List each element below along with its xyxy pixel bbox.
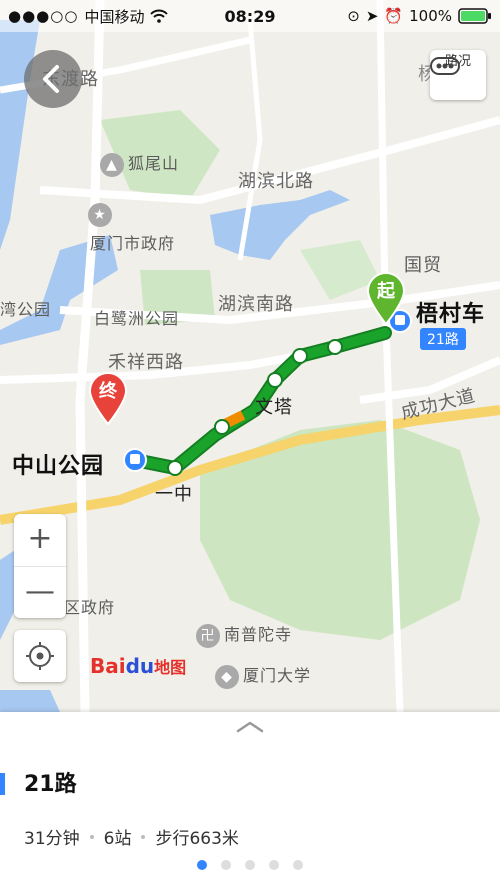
star-icon: ★ bbox=[88, 203, 112, 227]
meta-separator bbox=[89, 834, 94, 839]
road-label: 湖滨南路 bbox=[218, 294, 294, 315]
poi-label: 卍南普陀寺 bbox=[196, 621, 292, 648]
route-name: 21路 bbox=[24, 772, 77, 797]
route-stop bbox=[327, 339, 343, 355]
poi-label: ▲ 狐尾山 bbox=[100, 150, 179, 177]
alarm-icon: ⏰ bbox=[384, 7, 404, 25]
poi-label: ◆ 厦门大学 bbox=[215, 662, 311, 689]
stop-label: 文塔 bbox=[255, 397, 293, 418]
route-badge: 21路 bbox=[420, 328, 466, 350]
start-pin-label: 起 bbox=[377, 281, 395, 302]
poi-label: 白鹭洲公园 bbox=[94, 309, 180, 328]
locate-button[interactable] bbox=[14, 630, 66, 682]
chevron-left-icon bbox=[43, 65, 59, 93]
poi-label: 湾公园 bbox=[0, 300, 52, 319]
map-view[interactable]: 东渡路 湖滨北路 湖滨南路 禾祥西路 成功大道 ▲狐尾山 ★ 厦门市政府 白鹭洲… bbox=[0, 0, 500, 712]
page-dot[interactable] bbox=[221, 860, 231, 870]
location-arrow-icon: ➤ bbox=[365, 7, 379, 25]
route-meta: 31分钟 6站 步行663米 bbox=[24, 824, 239, 849]
end-pin-label: 终 bbox=[99, 381, 117, 402]
page-dot[interactable] bbox=[197, 860, 207, 870]
page-dot[interactable] bbox=[293, 860, 303, 870]
battery-icon bbox=[458, 8, 491, 24]
zoom-control: + — bbox=[14, 514, 66, 618]
end-pin[interactable]: 终 bbox=[86, 370, 130, 426]
battery-level: 100% bbox=[409, 7, 452, 25]
zoom-out-button[interactable]: — bbox=[14, 567, 66, 619]
page-indicator bbox=[0, 860, 500, 870]
rotation-lock-icon: ⊙ bbox=[347, 7, 360, 25]
locate-icon bbox=[26, 642, 54, 670]
status-bar: ●●●○○ 中国移动 08:29 ⊙ ➤ ⏰ 100% bbox=[0, 0, 500, 32]
sea-south bbox=[0, 690, 60, 712]
meta-separator bbox=[141, 834, 146, 839]
baidu-logo: Baidu地图 bbox=[90, 654, 187, 678]
route-stops: 6站 bbox=[103, 829, 132, 849]
traffic-button[interactable]: 路况 bbox=[430, 50, 486, 100]
back-button[interactable] bbox=[24, 50, 82, 108]
page-dot[interactable] bbox=[245, 860, 255, 870]
poi-label: 厦门市政府 bbox=[90, 234, 176, 253]
zoom-in-button[interactable]: + bbox=[14, 514, 66, 567]
stop-label: 一中 bbox=[155, 484, 193, 505]
route-stop bbox=[214, 419, 230, 435]
route-walk: 步行663米 bbox=[155, 829, 239, 849]
traffic-icon bbox=[430, 57, 460, 75]
mountain-icon: ▲ bbox=[100, 152, 124, 177]
route-stop bbox=[167, 460, 183, 476]
temple-icon: 卍 bbox=[196, 623, 220, 648]
poi-label: ★ bbox=[88, 203, 116, 227]
area-label: 国贸 bbox=[404, 255, 442, 276]
road-label: 湖滨北路 bbox=[238, 171, 314, 192]
poi-label: 区政府 bbox=[64, 598, 116, 617]
chevron-up-icon[interactable] bbox=[235, 720, 265, 734]
route-duration: 31分钟 bbox=[24, 829, 80, 849]
end-stop-name: 中山公园 bbox=[12, 454, 105, 479]
page-dot[interactable] bbox=[269, 860, 279, 870]
start-stop-name: 梧村车 bbox=[416, 302, 486, 327]
school-icon: ◆ bbox=[215, 664, 239, 689]
route-stop bbox=[267, 372, 283, 388]
route-accent-bar bbox=[0, 773, 5, 795]
start-pin[interactable]: 起 bbox=[364, 270, 408, 326]
route-stop bbox=[292, 348, 308, 364]
